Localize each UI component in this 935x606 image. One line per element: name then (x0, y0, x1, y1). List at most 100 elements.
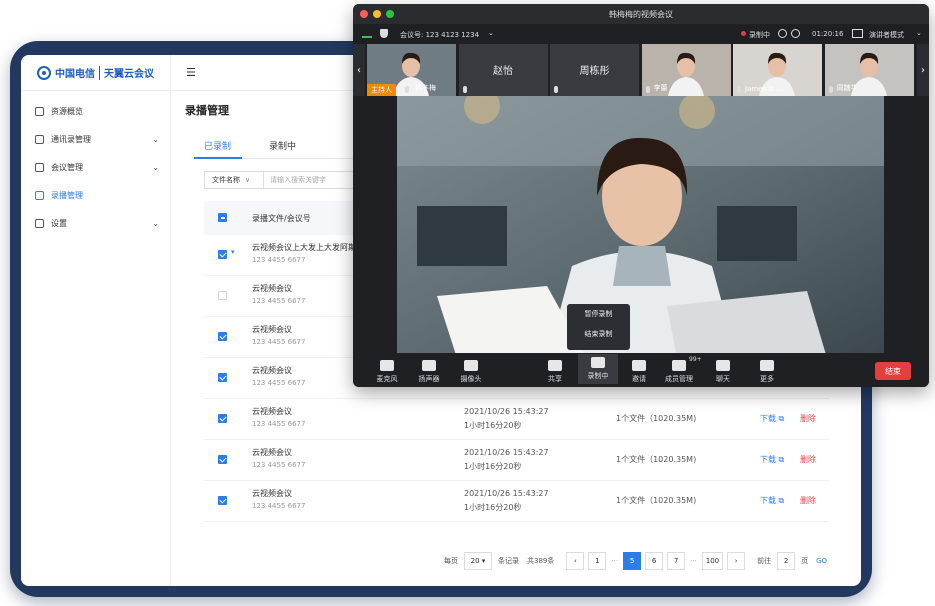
file-info: 1个文件（1020.35M) (616, 455, 697, 464)
speaker-button[interactable]: 扬声器 (409, 360, 449, 384)
sidebar-item-settings[interactable]: 设置 ⌄ (21, 209, 170, 237)
participant-tile[interactable]: 韩冬梅 主持人 (367, 44, 456, 96)
participant-tile[interactable]: James is ... (733, 44, 822, 96)
page-button[interactable]: 100 (701, 552, 724, 570)
row-checkbox[interactable] (218, 332, 227, 341)
row-checkbox[interactable] (218, 291, 227, 300)
sidebar-item-label: 通讯录管理 (51, 134, 91, 144)
sidebar-item-label: 资源概览 (51, 106, 83, 116)
per-page-select[interactable]: 20 ▾ (464, 552, 492, 570)
page-title: 录播管理 (185, 104, 229, 117)
chevron-down-icon[interactable]: ⌄ (916, 29, 922, 37)
microphone-icon (645, 86, 650, 93)
goto-label: 前往 (757, 557, 772, 565)
page-button[interactable]: 7 (667, 552, 686, 570)
search-input[interactable]: 请输入搜索关键字 (264, 171, 356, 189)
participant-strip: 韩冬梅 主持人 赵怡 周栋彤 李蕾 James is ... 周魏华 (353, 44, 929, 96)
host-badge: 主持人 (367, 84, 396, 96)
goto-page-input[interactable]: 2 (777, 552, 796, 570)
sidebar-item-meetings[interactable]: 会议管理 ⌄ (21, 153, 170, 181)
copy-icon: ⧉ (778, 496, 785, 505)
prev-page-button[interactable]: ‹ (566, 552, 585, 570)
file-info: 1个文件（1020.35M) (616, 496, 697, 505)
delete-link[interactable]: 删除 (800, 454, 816, 465)
go-button[interactable]: GO (816, 557, 827, 565)
chat-button[interactable]: 聊天 (703, 360, 743, 384)
sidebar-item-contacts[interactable]: 通讯录管理 ⌄ (21, 125, 170, 153)
participant-tile[interactable]: 赵怡 (458, 44, 548, 96)
download-label: 下载 (760, 455, 776, 464)
chevron-down-icon[interactable]: ⌄ (488, 29, 494, 37)
page-button[interactable]: 6 (645, 552, 664, 570)
row-checkbox[interactable] (218, 250, 227, 259)
next-page-button[interactable]: › (727, 552, 746, 570)
stop-record-icon[interactable] (791, 29, 800, 38)
menu-toggle-icon[interactable]: ☰ (186, 66, 196, 79)
recording-duration: 1小时16分20秒 (464, 462, 522, 471)
select-all-checkbox[interactable] (218, 213, 227, 222)
row-checkbox[interactable] (218, 455, 227, 464)
download-link[interactable]: 下载 ⧉ (760, 495, 784, 506)
filter-field-select[interactable]: 文件名称 ∨ (204, 171, 264, 189)
sidebar-item-overview[interactable]: 资源概览 (21, 97, 170, 125)
microphone-icon (828, 86, 833, 93)
product-name: 天翼云会议 (104, 69, 154, 80)
share-button[interactable]: 共享 (535, 360, 575, 384)
page-unit-label: 页 (801, 557, 809, 565)
pause-record-icon[interactable] (778, 29, 787, 38)
participant-tile[interactable]: 周魏华 (824, 44, 914, 96)
members-icon (672, 360, 686, 371)
end-recording-item[interactable]: 结束录制 (567, 324, 630, 344)
page-button-current[interactable]: 5 (623, 552, 642, 570)
members-button[interactable]: 成员管理 (659, 360, 699, 384)
meeting-number: 123 4455 6677 (252, 256, 306, 264)
overview-icon (35, 106, 44, 116)
logo-divider (99, 65, 100, 80)
recording-menu-popup: 暂停录制 结束录制 (567, 304, 630, 350)
download-link[interactable]: 下载 ⧉ (760, 413, 784, 424)
row-checkbox[interactable] (218, 414, 227, 423)
row-checkbox[interactable] (218, 373, 227, 382)
ellipsis: ··· (690, 557, 697, 565)
control-label: 摄像头 (460, 375, 482, 383)
active-speaker-video (397, 96, 884, 358)
more-button[interactable]: 更多 (747, 360, 787, 384)
filter-select-value: 文件名称 (212, 176, 240, 184)
camera-button[interactable]: 摄像头 (451, 360, 491, 384)
view-mode[interactable]: 演讲者模式 (869, 30, 904, 40)
microphone-icon (737, 86, 741, 93)
delete-link[interactable]: 删除 (800, 413, 816, 424)
window-title: 韩梅梅的视频会议 (609, 10, 673, 19)
invite-button[interactable]: 邀请 (619, 360, 659, 384)
per-page-label: 每页 (444, 557, 458, 565)
participant-tile[interactable]: 李蕾 (641, 44, 731, 96)
download-link[interactable]: 下载 ⧉ (760, 454, 784, 465)
page-button[interactable]: 1 (588, 552, 607, 570)
delete-link[interactable]: 删除 (800, 495, 816, 506)
copy-icon: ⧉ (778, 414, 785, 423)
mic-button[interactable]: 麦克风 (367, 360, 407, 384)
meeting-number: 123 4455 6677 (252, 461, 306, 469)
ellipsis: ··· (611, 557, 619, 565)
share-icon (548, 360, 562, 371)
meeting-number: 123 4455 6677 (252, 379, 306, 387)
camera-icon (464, 360, 478, 371)
participant-tile[interactable]: 周栋彤 (550, 44, 639, 96)
window-titlebar: 韩梅梅的视频会议 (353, 4, 929, 24)
tab-recording[interactable]: 录制中 (269, 139, 296, 152)
records-label: 条记录 (498, 557, 519, 565)
tab-recorded[interactable]: 已录制 (204, 139, 231, 152)
telecom-logo-icon (37, 65, 51, 80)
recording-name: 云视频会议 (252, 448, 292, 457)
record-button[interactable]: 录制中 (578, 354, 618, 384)
brand-logo: 中国电信 天翼云会议 (21, 55, 170, 91)
meeting-id[interactable]: 会议号: 123 4123 1234 (400, 30, 479, 40)
sidebar-item-recordings[interactable]: 录播管理 (21, 181, 170, 209)
pause-recording-item[interactable]: 暂停录制 (567, 304, 630, 324)
expand-row-icon[interactable]: ▾ (231, 248, 235, 256)
end-meeting-button[interactable]: 结束 (875, 362, 911, 380)
row-checkbox[interactable] (218, 496, 227, 505)
layout-icon[interactable] (852, 29, 863, 38)
speaker-video-frame (397, 96, 884, 358)
recording-name: 云视频会议 (252, 489, 292, 498)
